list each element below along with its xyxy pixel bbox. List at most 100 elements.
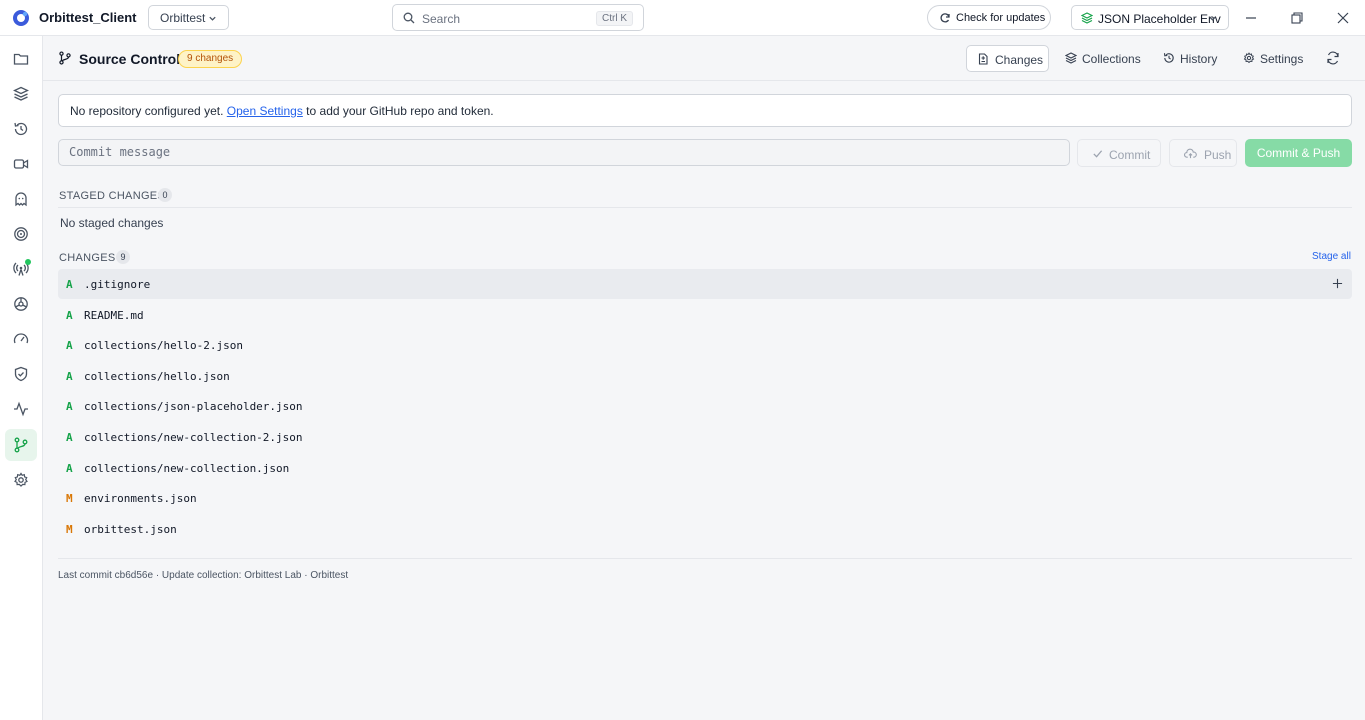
- history-icon: [1163, 53, 1174, 63]
- source-control-header: Source Control 9 changes Changes Collect…: [43, 36, 1365, 81]
- close-icon[interactable]: [1336, 11, 1350, 25]
- sidebar-item-source-control[interactable]: [5, 429, 37, 461]
- workspace-select[interactable]: Orbittest: [148, 5, 229, 30]
- status-dot: [25, 259, 31, 265]
- change-row[interactable]: Acollections/new-collection.json: [58, 453, 1352, 483]
- commit-message-input[interactable]: Commit message: [58, 139, 1070, 166]
- search-placeholder: Search: [422, 12, 461, 26]
- app-name: Orbittest_Client: [39, 10, 137, 25]
- file-status: A: [66, 431, 73, 444]
- sidebar-item-environments[interactable]: [5, 78, 37, 110]
- restore-icon[interactable]: [1290, 11, 1304, 25]
- sidebar-item-realtime[interactable]: [5, 253, 37, 285]
- sidebar-item-history[interactable]: [5, 113, 37, 145]
- chevron-down-icon: [209, 16, 216, 21]
- file-status: M: [66, 492, 73, 505]
- change-row[interactable]: Acollections/hello.json: [58, 361, 1352, 391]
- sidebar-item-mock[interactable]: [5, 183, 37, 215]
- app-logo-icon: [13, 10, 29, 26]
- file-path: collections/hello-2.json: [84, 339, 243, 352]
- file-path: collections/hello.json: [84, 370, 230, 383]
- file-status: A: [66, 462, 73, 475]
- activity-icon: [14, 401, 28, 417]
- minimize-icon[interactable]: [1244, 11, 1258, 25]
- sidebar-item-monitor[interactable]: [5, 393, 37, 425]
- cloud-upload-icon: [1184, 148, 1197, 159]
- push-button[interactable]: Push: [1169, 139, 1237, 167]
- changes-count-badge: 9 changes: [178, 50, 243, 68]
- change-row[interactable]: Morbittest.json: [58, 514, 1352, 544]
- file-path: .gitignore: [84, 278, 151, 291]
- search-input[interactable]: Search Ctrl K: [392, 4, 644, 31]
- stage-all-button[interactable]: Stage all: [1312, 251, 1351, 262]
- sidebar-item-webhooks[interactable]: [5, 288, 37, 320]
- settings-icon: [14, 472, 28, 487]
- title-bar: Orbittest_Client Orbittest Search Ctrl K…: [0, 0, 1365, 36]
- change-row[interactable]: Acollections/hello-2.json: [58, 330, 1352, 360]
- file-status: A: [66, 309, 73, 322]
- layers-icon: [1081, 12, 1093, 24]
- commit-button[interactable]: Commit: [1077, 139, 1161, 167]
- git-branch-icon: [14, 437, 28, 453]
- change-row[interactable]: A README.md: [58, 300, 1352, 330]
- staged-empty-text: No staged changes: [60, 216, 164, 230]
- file-diff-icon: [978, 53, 988, 65]
- file-path: collections/json-placeholder.json: [84, 400, 303, 413]
- layers-icon: [1065, 52, 1077, 64]
- gauge-icon: [13, 333, 29, 344]
- changes-heading: CHANGES: [59, 252, 116, 264]
- file-status: M: [66, 523, 73, 536]
- chevron-down-icon: [1209, 16, 1216, 21]
- sidebar-item-security[interactable]: [5, 358, 37, 390]
- divider: [58, 207, 1352, 208]
- change-row[interactable]: Acollections/new-collection-2.json: [58, 422, 1352, 452]
- ghost-icon: [15, 192, 27, 207]
- file-status: A: [66, 278, 73, 291]
- tab-label: Settings: [1260, 52, 1304, 66]
- tab-label: History: [1180, 52, 1218, 66]
- file-path: README.md: [84, 309, 144, 322]
- last-commit-info: Last commit cb6d56e · Update collection:…: [58, 570, 349, 581]
- tab-changes[interactable]: Changes: [966, 45, 1049, 72]
- check-icon: [1093, 150, 1103, 158]
- tab-history[interactable]: History: [1153, 45, 1225, 72]
- search-shortcut: Ctrl K: [596, 11, 633, 26]
- check-updates-label: Check for updates: [956, 12, 1046, 24]
- file-status: A: [66, 339, 73, 352]
- settings-icon: [1243, 52, 1255, 64]
- tab-collections[interactable]: Collections: [1055, 45, 1147, 72]
- sidebar-item-settings[interactable]: [5, 464, 37, 496]
- open-settings-link[interactable]: Open Settings: [227, 104, 303, 118]
- file-path: environments.json: [84, 492, 197, 505]
- search-icon: [403, 12, 415, 24]
- page-title: Source Control: [79, 51, 181, 67]
- main-panel: Source Control 9 changes Changes Collect…: [43, 36, 1365, 720]
- staged-changes-heading: STAGED CHANGES: [59, 190, 166, 202]
- refresh-icon: [940, 13, 950, 23]
- sidebar-item-performance[interactable]: [5, 323, 37, 355]
- change-row[interactable]: Menvironments.json: [58, 483, 1352, 513]
- file-path: orbittest.json: [84, 523, 177, 536]
- refresh-icon[interactable]: [1326, 51, 1340, 65]
- change-row[interactable]: A .gitignore: [58, 269, 1352, 299]
- workspace-label: Orbittest: [160, 10, 206, 25]
- file-path: collections/new-collection.json: [84, 462, 290, 475]
- changes-count-badge: 9: [116, 250, 130, 264]
- file-status: A: [66, 370, 73, 383]
- webhook-icon: [14, 297, 28, 311]
- file-path: collections/new-collection-2.json: [84, 431, 303, 444]
- sidebar-item-targets[interactable]: [5, 218, 37, 250]
- stage-plus-icon[interactable]: [1332, 278, 1343, 289]
- video-icon: [13, 159, 29, 169]
- repo-notice: No repository configured yet. Open Setti…: [58, 94, 1352, 127]
- commit-push-button[interactable]: Commit & Push: [1245, 139, 1352, 167]
- change-row[interactable]: Acollections/json-placeholder.json: [58, 391, 1352, 421]
- sidebar-item-recorder[interactable]: [5, 148, 37, 180]
- tab-settings[interactable]: Settings: [1233, 45, 1309, 72]
- check-updates-button[interactable]: Check for updates: [927, 5, 1051, 30]
- environment-select[interactable]: JSON Placeholder Env: [1071, 5, 1229, 30]
- environment-label: JSON Placeholder Env: [1098, 12, 1221, 26]
- sidebar-item-collections[interactable]: [5, 43, 37, 75]
- divider: [58, 558, 1352, 559]
- tab-label: Collections: [1082, 52, 1141, 66]
